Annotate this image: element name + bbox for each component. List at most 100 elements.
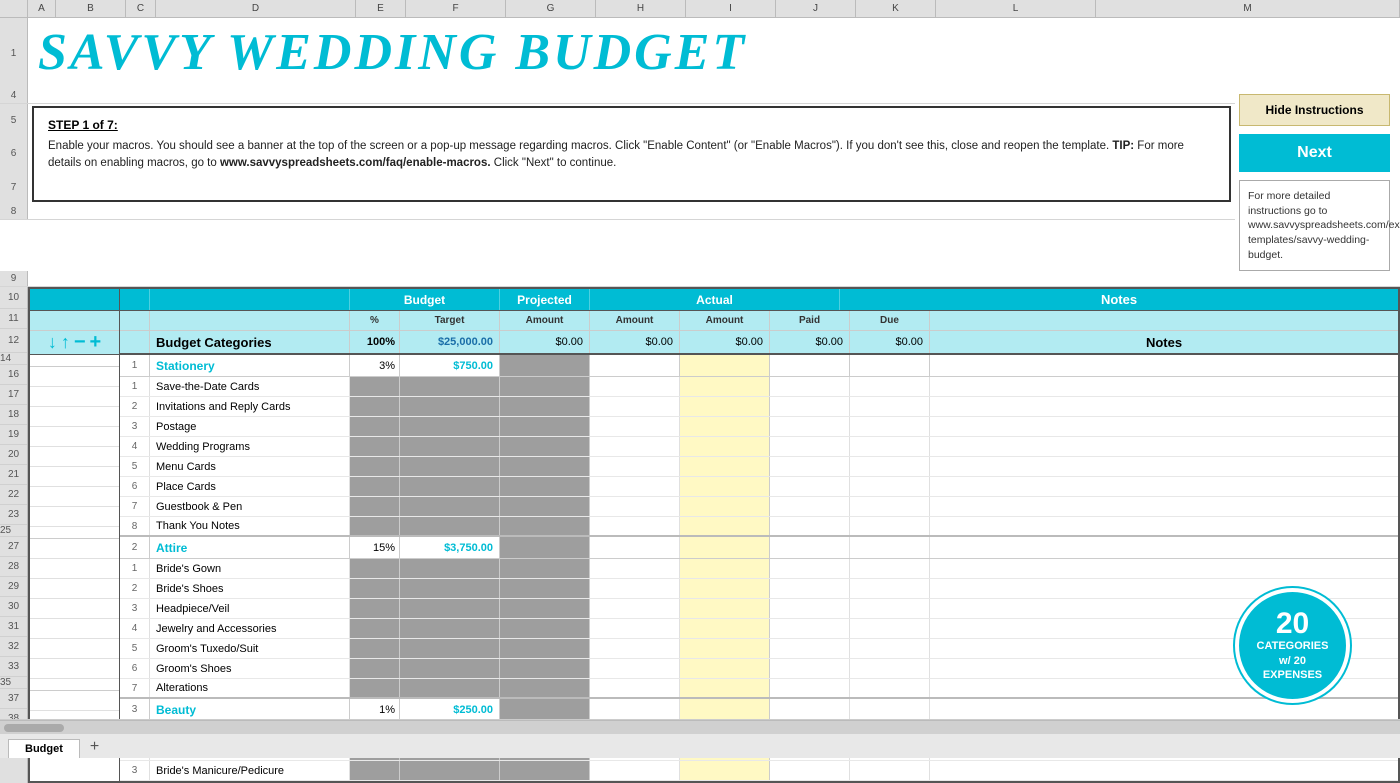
row-9: 9 [0,271,1400,287]
item-name: Groom's Tuxedo/Suit [150,639,350,658]
instructions-box-rows: 5 6 7 STEP 1 of 7: Enable your macros. Y… [0,104,1235,204]
instructions-body: Enable your macros. You should see a ban… [48,138,1215,173]
table-row: 5 Groom's Tuxedo/Suit [120,639,1398,659]
item-name: Jewelry and Accessories [150,619,350,638]
item-name: Headpiece/Veil [150,599,350,618]
col-header-h: H [596,0,686,17]
totals-budget-amount: $0.00 [500,331,590,353]
item-name: Bride's Gown [150,559,350,578]
item-name: Bride's Manicure/Pedicure [150,761,350,780]
totals-pct: 100% [350,331,400,353]
budget-amount-subheader: Amount [500,311,590,330]
table-row: 5 Menu Cards [120,457,1398,477]
table-row: 4 Wedding Programs [120,437,1398,457]
totals-actual-amount: $0.00 [680,331,770,353]
categories-badge: 20 CATEGORIES w/ 20 EXPENSES [1235,588,1350,703]
col-header-g: G [506,0,596,17]
table-row: 8 Thank You Notes [120,517,1398,537]
col-header-i: I [686,0,776,17]
row-8: 8 [0,204,1235,220]
row-numbers: 10 11 12 14 16 17 18 19 20 21 22 23 25 2… [0,287,28,783]
budget-table-area: 10 11 12 14 16 17 18 19 20 21 22 23 25 2… [0,287,1400,783]
row-4: 4 [0,88,1235,104]
right-panel: Hide Instructions Next For more detailed… [1235,88,1400,271]
instructions-left: 4 5 6 7 STEP 1 of 7: Enable your macros.… [0,88,1235,271]
bottom-bar: Budget + [0,719,1400,758]
controls-column: ↓ ↑ − + [30,289,120,781]
table-row: 3 Postage [120,417,1398,437]
col-header-b: B [56,0,126,17]
table-columns: Budget Projected Actual Notes [120,289,1398,781]
next-button[interactable]: Next [1239,134,1390,172]
table-row: 7 Guestbook & Pen [120,497,1398,517]
item-name: Invitations and Reply Cards [150,397,350,416]
table-row: 6 Groom's Shoes [120,659,1398,679]
beauty-pct: 1% [350,699,400,720]
item-name: Menu Cards [150,457,350,476]
row-num-1: 1 [0,18,28,88]
badge-number: 20 [1276,609,1309,639]
title-row: 1 SAVVY WEDDING BUDGET [0,18,1400,88]
totals-projected-amount: $0.00 [590,331,680,353]
target-subheader: Target [400,311,500,330]
col-header-c: C [126,0,156,17]
stationery-target: $750.00 [400,355,500,376]
col-header-f: F [406,0,506,17]
notes-header-label: Notes [930,331,1398,353]
sheet-tab-budget[interactable]: Budget [8,739,80,758]
col-header-m: M [1096,0,1400,17]
col-header-a: A [28,0,56,17]
budget-header: Budget [350,289,500,310]
stationery-pct: 3% [350,355,400,376]
attire-target: $3,750.00 [400,537,500,558]
table-row: 4 Jewelry and Accessories [120,619,1398,639]
arrow-down-icon[interactable]: ↓ [48,332,57,353]
due-subheader: Due [850,311,930,330]
badge-categories-label: CATEGORIES [1257,639,1329,653]
item-name: Groom's Shoes [150,659,350,678]
step-label: STEP 1 of 7: [48,118,1215,132]
item-name: Wedding Programs [150,437,350,456]
table-header-row2: % Target Amount Amount Amount [120,311,1398,331]
item-name: Postage [150,417,350,436]
table-with-controls: ↓ ↑ − + [30,289,1398,781]
stationery-category-name: Stationery [156,359,215,373]
totals-row: Budget Categories 100% $25,000.00 $0.00 … [120,331,1398,355]
table-row: 1 Save-the-Date Cards [120,377,1398,397]
scrollbar-thumb[interactable] [4,724,64,732]
table-row: 2 Bride's Shoes [120,579,1398,599]
actual-header: Actual [590,289,840,310]
arrow-up-icon[interactable]: ↑ [61,332,70,353]
table-row: 1 Bride's Gown [120,559,1398,579]
hide-instructions-button[interactable]: Hide Instructions [1239,94,1390,126]
item-name: Guestbook & Pen [150,497,350,516]
table-row: 6 Place Cards [120,477,1398,497]
plus-icon[interactable]: + [90,331,102,354]
totals-target: $25,000.00 [400,331,500,353]
col-header-e: E [356,0,406,17]
title-content: SAVVY WEDDING BUDGET [28,18,1400,88]
badge-expenses-label: EXPENSES [1263,668,1322,682]
attire-section-header: 2 Attire 15% $3,750.00 [120,537,1398,559]
minus-icon[interactable]: − [74,331,86,354]
projected-amount-subheader: Amount [590,311,680,330]
item-name: Alterations [150,679,350,697]
table-header-row1: Budget Projected Actual Notes [120,289,1398,311]
spreadsheet: A B C D E F G H I J K L M 1 SAVVY WEDDIN… [0,0,1400,783]
table-row: 3 Headpiece/Veil [120,599,1398,619]
col-header-j: J [776,0,856,17]
scrollbar-area[interactable] [0,720,1400,734]
more-info-box: For more detailed instructions go to www… [1239,180,1390,271]
item-name: Save-the-Date Cards [150,377,350,396]
attire-category-name: Attire [156,541,187,555]
budget-table: ↓ ↑ − + [28,287,1400,783]
table-row: 2 Invitations and Reply Cards [120,397,1398,417]
totals-paid: $0.00 [770,331,850,353]
add-sheet-button[interactable]: + [80,736,109,758]
pct-subheader: % [350,311,400,330]
col-header-l: L [936,0,1096,17]
instructions-section: 4 5 6 7 STEP 1 of 7: Enable your macros.… [0,88,1400,271]
column-headers-row: A B C D E F G H I J K L M [0,0,1400,18]
projected-header: Projected [500,289,590,310]
badge-w20-label: w/ 20 [1279,654,1306,668]
